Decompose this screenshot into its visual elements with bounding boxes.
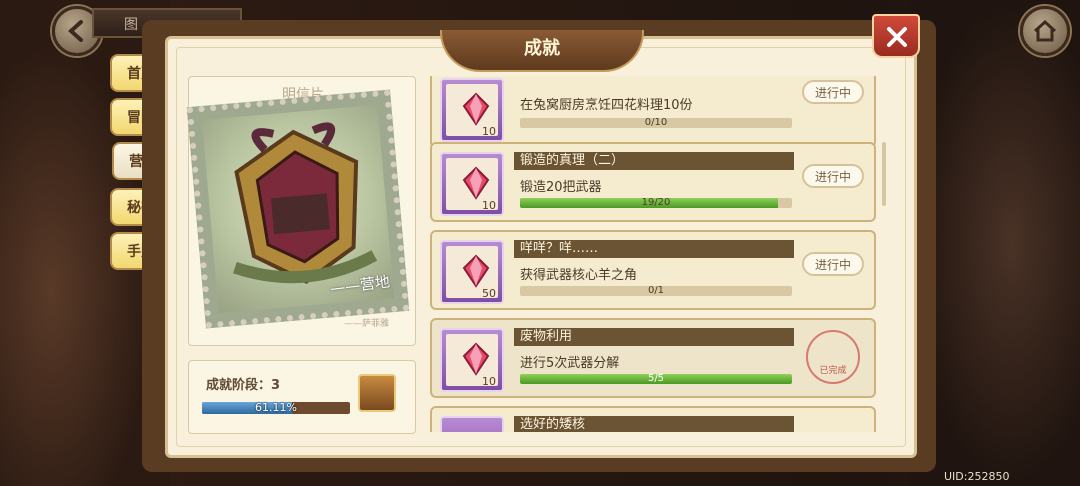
reward-count: 50 xyxy=(482,287,496,300)
achievement-title: 废物利用 xyxy=(514,328,794,346)
achievement-item: 10 锻造的真理（二） 锻造20把武器 19/20 进行中 xyxy=(430,142,876,222)
achievement-title: 咩咩？咩…… xyxy=(514,240,794,258)
close-button[interactable] xyxy=(872,14,920,58)
achievement-progress-text: 0/1 xyxy=(647,285,665,296)
home-icon xyxy=(1033,19,1057,42)
achievement-description: 锻造20把武器 xyxy=(520,180,602,195)
gem-icon xyxy=(462,342,490,376)
status-button[interactable]: 进行中 xyxy=(802,164,864,188)
achievement-stage-percent: 61.11% xyxy=(255,401,297,414)
achievement-item: 10 在兔窝厨房烹饪四花料理10份 0/10 进行中 xyxy=(430,76,876,148)
achievement-list[interactable]: 10 在兔窝厨房烹饪四花料理10份 0/10 进行中 10 锻造的真理（二） 锻… xyxy=(420,76,888,432)
close-icon xyxy=(887,27,907,47)
postcard-signature: ——萨菲雅 xyxy=(344,319,390,329)
reward-box: 10 xyxy=(440,152,504,216)
home-button[interactable] xyxy=(1020,6,1070,56)
status-button[interactable]: 进行中 xyxy=(802,252,864,276)
reward-box: 10 xyxy=(440,78,504,142)
achievement-description: 进行5次武器分解 xyxy=(520,356,620,371)
completed-stamp-icon: 已完成 xyxy=(806,330,860,384)
achievement-title: 锻造的真理（二） xyxy=(514,152,794,170)
list-scrollbar[interactable] xyxy=(882,142,886,206)
achievement-item: 50 咩咩？咩…… 获得武器核心羊之角 0/1 进行中 xyxy=(430,230,876,310)
reward-count: 10 xyxy=(482,199,496,212)
achievement-description: 在兔窝厨房烹饪四花料理10份 xyxy=(520,98,693,113)
achievement-progress-text: 19/20 xyxy=(641,197,671,208)
achievement-item: 10 废物利用 进行5次武器分解 5/5 已完成 xyxy=(430,318,876,398)
reward-count: 10 xyxy=(482,125,496,138)
status-button[interactable]: 进行中 xyxy=(802,80,864,104)
reward-count: 10 xyxy=(482,375,496,388)
panel-title: 成就 xyxy=(440,30,644,72)
completed-label: 已完成 xyxy=(819,366,847,376)
gem-icon xyxy=(462,254,490,288)
reward-box: 10 xyxy=(440,328,504,392)
achievement-description: 获得武器核心羊之角 xyxy=(520,268,638,283)
gem-icon xyxy=(462,166,490,200)
achievement-title: 选好的矮核 xyxy=(514,416,794,432)
reward-box xyxy=(440,416,504,432)
achievement-stage-text: 成就阶段：3 xyxy=(206,378,281,393)
user-id: UID:252850 xyxy=(944,470,1010,483)
achievement-progress-text: 0/10 xyxy=(644,117,668,128)
back-arrow-icon xyxy=(68,20,83,42)
achievement-progress-text: 5/5 xyxy=(647,373,665,384)
gem-icon xyxy=(462,92,490,126)
reward-box: 50 xyxy=(440,240,504,304)
treasure-chest-icon[interactable] xyxy=(358,374,396,412)
achievement-item: 选好的矮核 xyxy=(430,406,876,432)
